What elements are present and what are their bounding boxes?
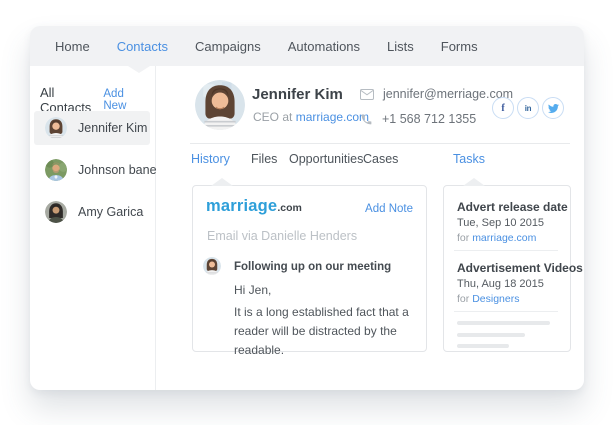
social-buttons: f in [492, 97, 564, 119]
skeleton-line [457, 321, 550, 325]
task-for: for Designers [457, 293, 519, 305]
tab-files[interactable]: Files [251, 152, 277, 166]
contact-list-item-jennifer-kim[interactable]: Jennifer Kim [34, 111, 150, 145]
skeleton-line [457, 344, 509, 348]
company-link[interactable]: marriage.com [296, 110, 369, 124]
tab-history[interactable]: History [191, 152, 230, 166]
task-for-link[interactable]: Designers [472, 293, 519, 305]
top-nav: Home Contacts Campaigns Automations List… [30, 26, 584, 73]
logo-suffix: .com [277, 202, 302, 214]
message-body: It is a long established fact that a rea… [234, 305, 409, 358]
contact-name: Amy Garica [78, 205, 144, 219]
email-icon [360, 88, 374, 100]
nav-item-automations[interactable]: Automations [288, 39, 360, 54]
contact-role: CEO at marriage.com [253, 110, 369, 124]
twitter-button[interactable] [542, 97, 564, 119]
nav-item-forms[interactable]: Forms [441, 39, 478, 54]
task-title: Advertisement Videos [457, 261, 583, 275]
for-label: for [457, 293, 470, 305]
facebook-button[interactable]: f [492, 97, 514, 119]
task-date: Thu, Aug 18 2015 [457, 278, 544, 290]
linkedin-icon: in [524, 103, 532, 113]
nav-item-campaigns[interactable]: Campaigns [195, 39, 261, 54]
linkedin-button[interactable]: in [517, 97, 539, 119]
contact-list-item-amy-garica[interactable]: Amy Garica [34, 195, 150, 229]
tab-tasks[interactable]: Tasks [453, 152, 485, 166]
contact-email-row: jennifer@merriage.com [360, 87, 513, 101]
nav-item-contacts[interactable]: Contacts [117, 39, 168, 54]
task-title: Advert release date [457, 200, 568, 214]
twitter-icon [547, 103, 559, 113]
tasks-card-notch [463, 178, 485, 186]
task-for: for marriage.com [457, 232, 536, 244]
message-greeting: Hi Jen, [234, 283, 272, 297]
email-via-input[interactable]: Email via Danielle Henders [207, 229, 357, 243]
contact-name: Johnson bane [78, 163, 157, 177]
nav-item-home[interactable]: Home [55, 39, 90, 54]
nav-item-lists[interactable]: Lists [387, 39, 414, 54]
tab-opportunities[interactable]: Opportunities [289, 152, 363, 166]
company-logo: marriage.com [206, 197, 302, 216]
facebook-icon: f [501, 102, 505, 114]
contact-list-item-johnson-bane[interactable]: Johnson bane [34, 153, 157, 187]
skeleton-line [457, 333, 525, 337]
tab-cases[interactable]: Cases [363, 152, 398, 166]
add-note-link[interactable]: Add Note [365, 203, 413, 215]
contact-profile-name: Jennifer Kim [252, 86, 343, 103]
history-card-notch [211, 178, 233, 186]
header-divider [190, 143, 570, 144]
task-divider [454, 311, 558, 312]
contact-avatar-jennifer [45, 117, 67, 139]
task-for-link[interactable]: marriage.com [472, 232, 536, 244]
for-label: for [457, 232, 470, 244]
message-title: Following up on our meeting [234, 261, 392, 273]
contact-name: Jennifer Kim [78, 121, 148, 135]
task-date: Tue, Sep 10 2015 [457, 217, 545, 229]
contact-phone: +1 568 712 1355 [382, 112, 477, 126]
history-card: marriage.com Add Note Email via Danielle… [192, 178, 427, 357]
main-content: Jennifer Kim CEO at marriage.com jennife… [156, 66, 584, 390]
add-new-link[interactable]: Add New [103, 88, 146, 112]
logo-text: marriage [206, 197, 278, 215]
contact-avatar-johnson [45, 159, 67, 181]
sidebar-header: All Contacts Add New [30, 66, 155, 115]
message-author-avatar [203, 257, 221, 275]
contact-avatar-amy [45, 201, 67, 223]
task-divider [454, 250, 558, 251]
phone-icon [361, 114, 372, 124]
role-prefix: CEO at [253, 110, 293, 124]
app-window: Home Contacts Campaigns Automations List… [30, 26, 584, 390]
tasks-card: Advert release date Tue, Sep 10 2015 for… [443, 178, 583, 352]
contact-phone-row: +1 568 712 1355 [360, 112, 476, 126]
sidebar: All Contacts Add New Jennifer Kim Johnso… [30, 66, 157, 390]
contact-profile-avatar [195, 80, 245, 130]
